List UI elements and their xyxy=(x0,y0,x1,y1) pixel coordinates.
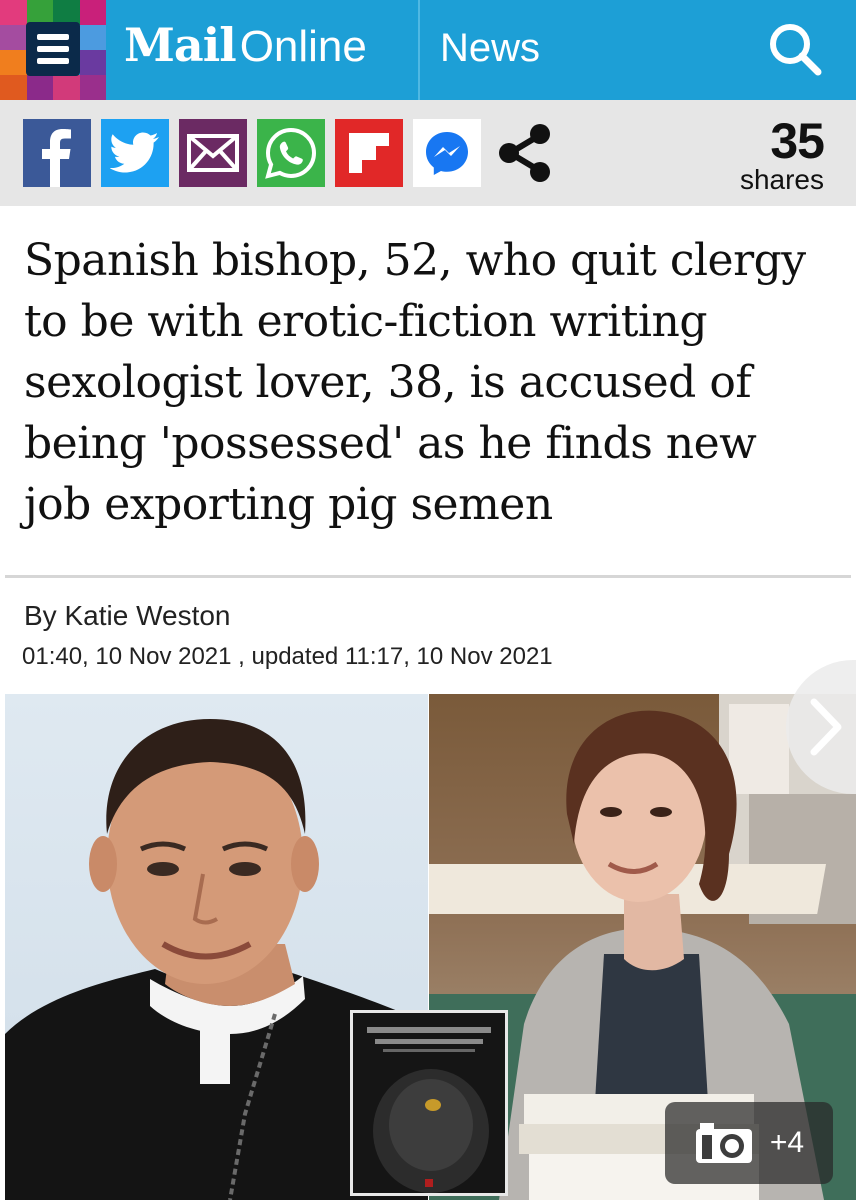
section-link-news[interactable]: News xyxy=(440,26,540,71)
updated-time: 11:17, 10 Nov 2021 xyxy=(344,643,553,670)
more-share-button[interactable] xyxy=(491,119,559,187)
article-dateline: 01:40, 10 Nov 2021 , updated 11:17, 10 N… xyxy=(22,643,553,671)
camera-icon xyxy=(695,1123,752,1163)
brand-mail: Mail xyxy=(124,18,237,72)
published-time: 01:40, 10 Nov 2021 xyxy=(22,643,232,670)
header-divider xyxy=(418,0,420,100)
search-button[interactable] xyxy=(762,16,828,82)
twitter-share-button[interactable] xyxy=(101,119,169,187)
search-icon xyxy=(770,24,822,76)
flipboard-share-button[interactable] xyxy=(335,119,403,187)
messenger-share-button[interactable] xyxy=(413,119,481,187)
article-headline: Spanish bishop, 52, who quit clergy to b… xyxy=(24,235,806,530)
messenger-icon xyxy=(426,132,468,175)
chevron-right-icon xyxy=(810,698,842,756)
updated-label: , updated xyxy=(238,643,339,670)
email-share-button[interactable] xyxy=(179,119,247,187)
facebook-share-button[interactable] xyxy=(23,119,91,187)
whatsapp-icon xyxy=(265,127,317,179)
brand-online: Online xyxy=(239,22,367,71)
menu-button[interactable] xyxy=(26,22,80,76)
twitter-icon xyxy=(110,132,159,173)
whatsapp-share-button[interactable] xyxy=(257,119,325,187)
author-link[interactable]: Katie Weston xyxy=(64,600,230,631)
share-count: 35 shares xyxy=(739,113,825,195)
facebook-icon xyxy=(42,129,71,187)
site-logo[interactable]: Mail Online xyxy=(124,18,367,78)
share-bar: 35 shares xyxy=(0,100,856,206)
headline-divider xyxy=(5,575,851,578)
next-image-button[interactable] xyxy=(786,660,856,794)
byline: By Katie Weston xyxy=(24,600,231,632)
share-icon xyxy=(499,124,550,182)
email-icon xyxy=(187,134,239,172)
book-cover-image xyxy=(350,1010,508,1196)
flipboard-icon xyxy=(349,133,389,173)
site-header: Mail Online News xyxy=(0,0,856,100)
byline-prefix: By xyxy=(24,600,57,631)
share-count-number: 35 xyxy=(770,113,825,169)
gallery-count: +4 xyxy=(769,1126,805,1159)
share-count-label: shares xyxy=(739,164,824,195)
photo-gallery-button[interactable]: +4 xyxy=(665,1102,833,1184)
article-hero-image[interactable]: +4 xyxy=(5,694,856,1200)
